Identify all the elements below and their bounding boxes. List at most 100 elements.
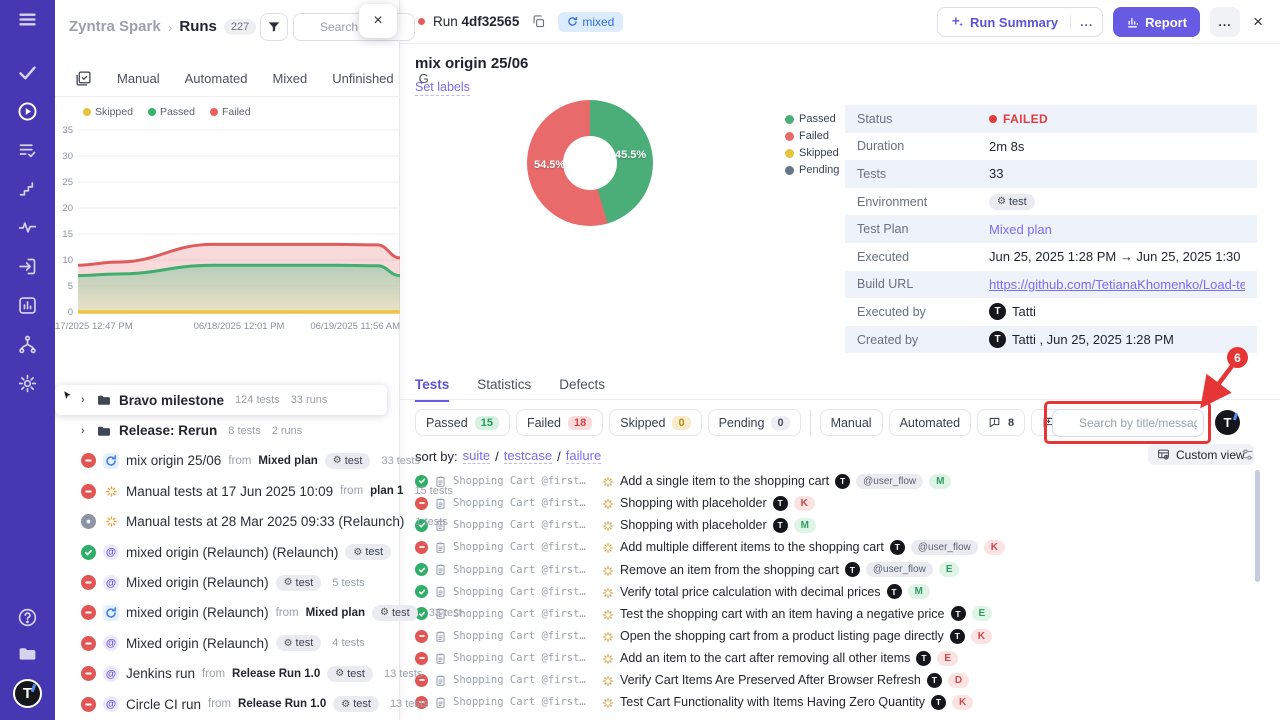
test-row[interactable]: Shopping Cart @first…Add a single item t… [400,470,1260,492]
run-from-plan[interactable]: Mixed plan [258,455,317,467]
pulse-icon[interactable] [14,214,41,241]
test-title[interactable]: Remove an item from the shopping cart [620,563,839,577]
run-summary-more-button[interactable]: ... [1070,15,1102,29]
test-title[interactable]: Test the shopping cart with an item havi… [620,607,945,621]
test-title[interactable]: Add a single item to the shopping cart [620,474,829,488]
run-row[interactable]: mixed origin (Relaunch)fromMixed plan⚙te… [55,598,400,628]
run-row[interactable]: @mixed origin (Relaunch) (Relaunch)⚙test [55,537,400,567]
test-row[interactable]: Shopping Cart @first…Verify total price … [400,581,1260,603]
report-button[interactable]: Report [1113,7,1200,37]
filter-chip-passed[interactable]: Passed15 [415,409,510,436]
run-row[interactable]: @Mixed origin (Relaunch)⚙test4 tests [55,628,400,658]
report-chart-icon[interactable] [14,292,41,319]
run-summary-button[interactable]: Run Summary [938,15,1070,30]
run-title[interactable]: Mixed origin (Relaunch) [126,575,269,590]
test-title[interactable]: Verify Cart Items Are Preserved After Br… [620,673,921,687]
help-icon[interactable] [14,604,41,631]
filter-chip-comment-icon[interactable]: 8 [977,409,1025,436]
test-row[interactable]: Shopping Cart @first…Test the shopping c… [400,603,1260,625]
run-from-plan[interactable]: Mixed plan [306,607,365,619]
run-row[interactable]: mix origin 25/06fromMixed plan⚙test33 te… [55,446,400,476]
tab-automated[interactable]: Automated [185,71,248,86]
expand-chevron-icon[interactable]: › [81,394,89,406]
user-avatar[interactable]: T [1215,410,1240,435]
test-row[interactable]: Shopping Cart @first…Shopping with place… [400,492,1260,514]
filter-button[interactable] [260,13,288,41]
run-title[interactable]: Manual tests at 28 Mar 2025 09:33 (Relau… [126,514,404,529]
build-url-link[interactable]: https://github.com/TetianaKhomenko/Load-… [989,277,1245,292]
run-title[interactable]: Mixed origin (Relaunch) [126,636,269,651]
run-row[interactable]: @Mixed origin (Relaunch)⚙test5 tests [55,567,400,597]
run-type-badge[interactable]: mixed [558,12,623,32]
test-title[interactable]: Add an item to the cart after removing a… [620,651,910,665]
breadcrumb-app-link[interactable]: Zyntra Spark [69,18,161,35]
test-title[interactable]: Verify total price calculation with deci… [620,585,881,599]
run-row[interactable]: Manual tests at 28 Mar 2025 09:33 (Relau… [55,507,400,537]
detail-value: FAILED [989,112,1048,126]
run-title[interactable]: Circle CI run [126,697,201,712]
expand-chevron-icon[interactable]: › [81,425,89,437]
test-plan-link[interactable]: Mixed plan [989,222,1052,237]
test-row[interactable]: Shopping Cart @first…Remove an item from… [400,559,1260,581]
test-row[interactable]: Shopping Cart @first…Verify Cart Items A… [400,669,1260,691]
sort-by-suite[interactable]: suite [463,448,490,464]
filter-chip-pending[interactable]: Pending0 [708,409,801,436]
tab-manual[interactable]: Manual [117,71,160,86]
user-avatar[interactable]: T [13,679,42,708]
import-icon[interactable] [14,253,41,280]
close-run-button[interactable]: × [1250,12,1266,32]
legend-item-skipped[interactable]: Skipped [83,106,133,118]
run-row[interactable]: @Jenkins runfromRelease Run 1.0⚙test13 t… [55,659,400,689]
select-runs-icon[interactable] [75,70,92,87]
settings-gear-icon[interactable] [14,370,41,397]
test-row[interactable]: Shopping Cart @first…Add an item to the … [400,647,1260,669]
run-row[interactable]: @Circle CI runfromRelease Run 1.0⚙test13… [55,689,400,719]
run-title[interactable]: mixed origin (Relaunch) (Relaunch) [126,545,338,560]
filter-chip-automated[interactable]: Automated [889,409,971,436]
vertical-scrollbar[interactable] [1255,470,1260,582]
test-row[interactable]: Shopping Cart @first…Shopping with place… [400,514,1260,536]
projects-folder-icon[interactable] [14,640,41,667]
sort-by-failure[interactable]: failure [566,448,601,464]
filter-chip-skipped[interactable]: Skipped0 [609,409,701,436]
test-title[interactable]: Add multiple different items to the shop… [620,540,884,554]
test-row[interactable]: Shopping Cart @first…Open the shopping c… [400,625,1260,647]
test-title[interactable]: Shopping with placeholder [620,496,767,510]
sort-by-testcase[interactable]: testcase [504,448,552,464]
run-from-plan[interactable]: plan 1 [370,485,403,497]
test-row[interactable]: Shopping Cart @first…Test Cart Functiona… [400,691,1260,713]
list-check-icon[interactable] [14,137,41,164]
play-circle-icon[interactable] [14,98,41,125]
test-row[interactable]: Shopping Cart @first…Add multiple differ… [400,536,1260,558]
test-title[interactable]: Test Cart Functionality with Items Havin… [620,695,925,709]
run-title[interactable]: Manual tests at 17 Jun 2025 10:09 [126,484,333,499]
run-row[interactable]: Manual tests at 17 Jun 2025 10:09frompla… [55,476,400,506]
close-panel-button[interactable]: × [359,4,397,38]
run-from-plan[interactable]: Release Run 1.0 [232,668,320,680]
menu-icon[interactable] [14,6,41,33]
run-title[interactable]: mixed origin (Relaunch) [126,605,269,620]
tab-unfinished[interactable]: Unfinished [332,71,393,86]
sliders-icon[interactable] [1240,447,1255,462]
legend-item-failed[interactable]: Failed [210,106,251,118]
filter-chip-manual[interactable]: Manual [820,409,883,436]
run-title[interactable]: Jenkins run [126,666,195,681]
copy-icon[interactable] [531,14,546,29]
tab-mixed[interactable]: Mixed [273,71,308,86]
check-icon[interactable] [14,59,41,86]
tab-g[interactable]: G [419,71,429,86]
test-title[interactable]: Open the shopping cart from a product li… [620,629,944,643]
tests-search-input[interactable] [1052,409,1204,437]
legend-label: Failed [222,106,251,118]
legend-item-passed[interactable]: Passed [148,106,195,118]
run-from-plan[interactable]: Release Run 1.0 [238,698,326,710]
run-folder-row[interactable]: ›Release: Rerun8 tests2 runs [55,415,400,445]
more-actions-button[interactable]: ... [1210,7,1240,37]
custom-view-button[interactable]: Custom view [1148,444,1254,465]
test-title[interactable]: Shopping with placeholder [620,518,767,532]
steps-icon[interactable] [14,176,41,203]
run-title[interactable]: mix origin 25/06 [126,453,221,468]
branch-icon[interactable] [14,331,41,358]
filter-chip-failed[interactable]: Failed18 [516,409,603,436]
run-folder-row[interactable]: ›Bravo milestone124 tests33 runs [55,385,387,415]
